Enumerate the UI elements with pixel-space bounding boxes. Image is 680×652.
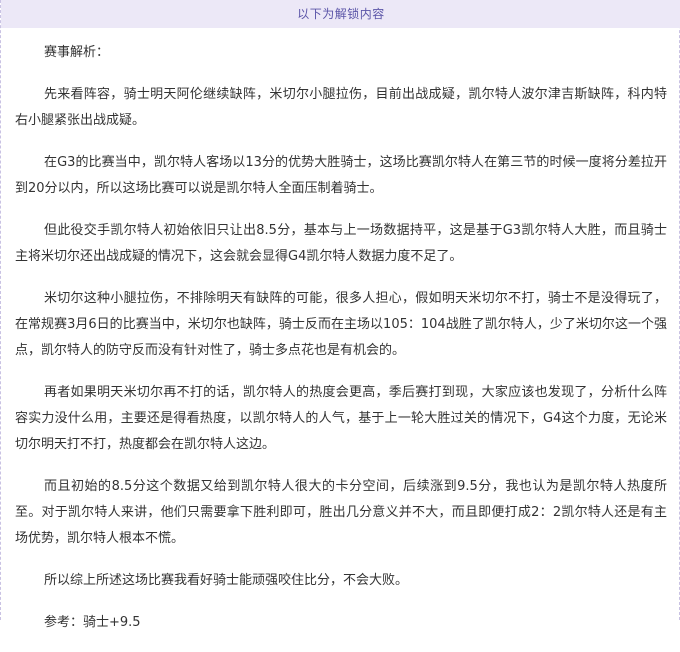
paragraph-popularity: 再者如果明天米切尔再不打的话，凯尔特人的热度会更高，季后赛打到现，大家应该也发现… bbox=[15, 385, 667, 452]
paragraph-odds-analysis: 但此役交手凯尔特人初始依旧只让出8.5分，基本与上一场数据持平，这是基于G3凯尔… bbox=[15, 223, 667, 264]
paragraph-g3-review: 在G3的比赛当中，凯尔特人客场以13分的优势大胜骑士，这场比赛凯尔特人在第三节的… bbox=[15, 155, 667, 196]
reference-pick: 参考：骑士+9.5 bbox=[44, 615, 141, 630]
article-body: 赛事解析： 先来看阵容，骑士明天阿伦继续缺阵，米切尔小腿拉伤，目前出战成疑，凯尔… bbox=[15, 40, 667, 652]
paragraph-lineup: 先来看阵容，骑士明天阿伦继续缺阵，米切尔小腿拉伤，目前出战成疑，凯尔特人波尔津吉… bbox=[15, 87, 667, 128]
paragraph-mitchell-injury: 米切尔这种小腿拉伤，不排除明天有缺阵的可能，很多人担心，假如明天米切尔不打，骑士… bbox=[15, 291, 667, 358]
unlock-banner: 以下为解锁内容 bbox=[1, 0, 680, 28]
paragraph-spread-space: 而且初始的8.5分这个数据又给到凯尔特人很大的卡分空间，后续涨到9.5分，我也认… bbox=[15, 479, 667, 546]
page-frame: 以下为解锁内容 赛事解析： 先来看阵容，骑士明天阿伦继续缺阵，米切尔小腿拉伤，目… bbox=[0, 0, 680, 630]
paragraph-conclusion: 所以综上所述这场比赛我看好骑士能顽强咬住比分，不会大败。 bbox=[44, 573, 409, 588]
article-heading: 赛事解析： bbox=[44, 45, 110, 60]
